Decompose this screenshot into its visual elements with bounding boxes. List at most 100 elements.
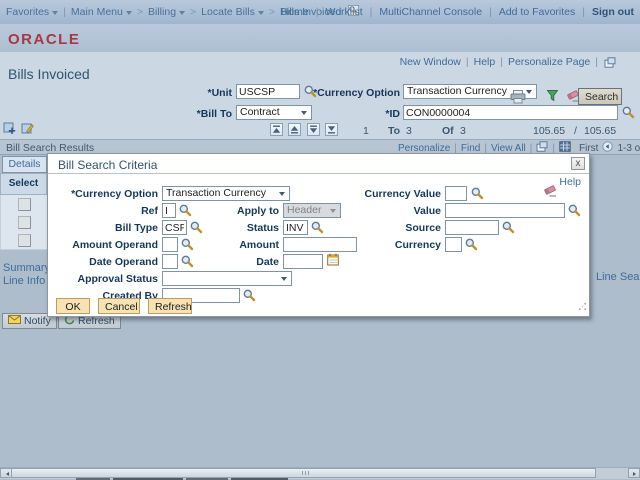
breadcrumb-favorites[interactable]: Favorites bbox=[6, 6, 58, 18]
breadcrumb-separator: > bbox=[269, 6, 275, 18]
row-pager-to-value: 3 bbox=[406, 125, 412, 137]
m-status-lookup-icon[interactable] bbox=[311, 221, 324, 234]
separator: | bbox=[484, 143, 487, 154]
filter-funnel-icon[interactable] bbox=[547, 90, 558, 105]
print-icon[interactable] bbox=[510, 90, 526, 107]
m-ref-input[interactable] bbox=[162, 203, 176, 218]
row-select-checkbox[interactable] bbox=[18, 234, 31, 247]
pager-range: 1-3 of 3 bbox=[617, 143, 640, 154]
m-currency-lookup-icon[interactable] bbox=[465, 238, 478, 251]
worklist-link[interactable]: Worklist bbox=[325, 6, 362, 18]
separator: | bbox=[500, 56, 503, 68]
scroll-right-arrow[interactable] bbox=[628, 468, 640, 478]
peoplesoft-window: Favorites | Main Menu > Billing > Locate… bbox=[0, 0, 640, 480]
row-select-checkbox[interactable] bbox=[18, 216, 31, 229]
unit-label: *Unit bbox=[130, 87, 232, 99]
m-source-lookup-icon[interactable] bbox=[502, 221, 515, 234]
row-pager-of-label: Of bbox=[442, 125, 454, 137]
personalize-page-link[interactable]: Personalize Page bbox=[508, 56, 590, 68]
m-date-operand-input[interactable] bbox=[162, 254, 178, 269]
scroll-up-icon[interactable] bbox=[288, 123, 301, 136]
utility-links: New Window | Help | Personalize Page | bbox=[400, 56, 598, 68]
m-status-input[interactable] bbox=[283, 220, 308, 235]
breadcrumb-separator: > bbox=[190, 6, 196, 18]
details-tab[interactable]: Details bbox=[2, 156, 47, 173]
row-select-checkbox[interactable] bbox=[18, 198, 31, 211]
breadcrumb-main-menu[interactable]: Main Menu bbox=[71, 6, 132, 18]
bill-search-criteria-dialog: Bill Search Criteria x Help *Currency Op… bbox=[47, 153, 590, 317]
refresh-button-modal[interactable]: Refresh bbox=[148, 298, 192, 314]
separator: | bbox=[466, 56, 469, 68]
m-bill-type-input[interactable] bbox=[162, 220, 187, 235]
m-currency-input[interactable] bbox=[445, 237, 462, 252]
breadcrumb-billing[interactable]: Billing bbox=[148, 6, 185, 18]
m-currency-value-label: Currency Value bbox=[338, 188, 441, 200]
m-value-input[interactable] bbox=[445, 203, 565, 218]
pager-first-label: First bbox=[579, 143, 598, 154]
m-status-label: Status bbox=[188, 222, 279, 234]
grid-add-icon[interactable] bbox=[3, 122, 16, 138]
view-all-link[interactable]: View All bbox=[491, 143, 526, 154]
window-icon[interactable] bbox=[604, 57, 616, 71]
amount-total-left: 105.65 bbox=[533, 125, 565, 137]
currency-option-label: *Currency Option bbox=[296, 87, 400, 99]
scrollbar-thumb[interactable] bbox=[11, 468, 596, 478]
cancel-button[interactable]: Cancel bbox=[98, 298, 140, 314]
row-pager-to-label: To bbox=[388, 125, 400, 137]
ok-button[interactable]: OK bbox=[56, 298, 90, 314]
chevron-down-icon bbox=[52, 11, 58, 18]
personalize-link[interactable]: Personalize bbox=[398, 143, 450, 154]
id-input[interactable] bbox=[403, 105, 618, 120]
page-title: Bills Invoiced bbox=[8, 66, 90, 82]
select-column-header: Select bbox=[0, 173, 47, 195]
sign-out-link[interactable]: Sign out bbox=[592, 6, 634, 18]
separator: | bbox=[489, 6, 492, 18]
help-link[interactable]: Help bbox=[474, 56, 496, 68]
m-source-input[interactable] bbox=[445, 220, 499, 235]
multichannel-console-link[interactable]: MultiChannel Console bbox=[379, 6, 482, 18]
summary-link[interactable]: Summary bbox=[3, 262, 50, 274]
m-apply-to-label: Apply to bbox=[188, 205, 279, 217]
chevron-down-icon bbox=[126, 11, 132, 18]
find-link[interactable]: Find bbox=[461, 143, 480, 154]
m-currency-value-lookup-icon[interactable] bbox=[471, 187, 484, 200]
oracle-logo: ORACLE bbox=[8, 31, 80, 48]
m-approval-status-select[interactable] bbox=[162, 271, 292, 286]
search-button[interactable]: Search bbox=[578, 88, 622, 105]
new-window-link[interactable]: New Window bbox=[400, 56, 461, 68]
m-source-label: Source bbox=[338, 222, 441, 234]
home-link[interactable]: Home bbox=[281, 6, 309, 18]
m-value-lookup-icon[interactable] bbox=[568, 204, 581, 217]
separator: | bbox=[552, 143, 555, 154]
m-currency-option-label: *Currency Option bbox=[50, 188, 158, 200]
id-lookup-icon[interactable] bbox=[622, 106, 635, 119]
m-created-by-lookup-icon[interactable] bbox=[243, 289, 256, 302]
dialog-help-link[interactable]: Help bbox=[559, 176, 581, 188]
row-pager-of-value: 3 bbox=[460, 125, 466, 137]
m-amount-operand-input[interactable] bbox=[162, 237, 178, 252]
separator: | bbox=[370, 6, 373, 18]
m-date-calendar-icon[interactable] bbox=[327, 253, 339, 269]
separator: | bbox=[316, 6, 319, 18]
add-to-favorites-link[interactable]: Add to Favorites bbox=[499, 6, 575, 18]
unit-input[interactable] bbox=[236, 84, 300, 99]
scroll-to-top-icon[interactable] bbox=[270, 123, 283, 136]
grid-edit-icon[interactable] bbox=[21, 122, 34, 138]
line-search-link[interactable]: Line Search bbox=[596, 271, 640, 283]
resize-handle[interactable] bbox=[578, 302, 587, 314]
envelope-icon bbox=[8, 315, 21, 327]
breadcrumb-locate-bills[interactable]: Locate Bills bbox=[201, 6, 264, 18]
m-currency-option-select[interactable]: Transaction Currency bbox=[162, 186, 290, 201]
row-pager-current: 1 bbox=[363, 125, 369, 137]
scroll-to-bottom-icon[interactable] bbox=[325, 123, 338, 136]
m-date-input[interactable] bbox=[283, 254, 323, 269]
m-currency-value-input[interactable] bbox=[445, 186, 467, 201]
close-icon[interactable]: x bbox=[571, 157, 585, 170]
pager-prev-icon[interactable] bbox=[602, 141, 613, 155]
m-clear-eraser-icon[interactable] bbox=[543, 184, 557, 200]
separator: | bbox=[530, 143, 533, 154]
m-apply-to-select: Header bbox=[283, 203, 341, 218]
scroll-down-icon[interactable] bbox=[307, 123, 320, 136]
amount-total-separator: / bbox=[574, 125, 577, 137]
brand-bar bbox=[0, 24, 640, 52]
